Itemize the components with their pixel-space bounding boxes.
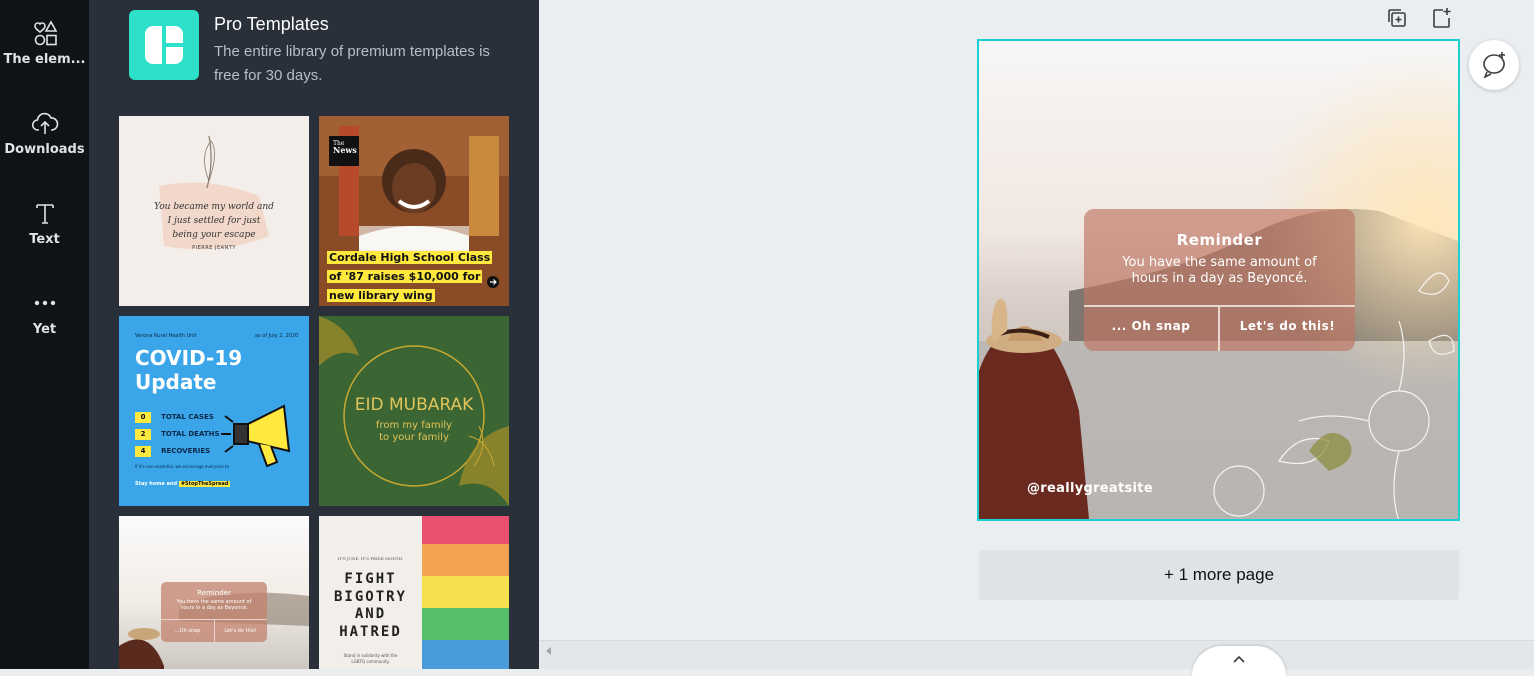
pride-footer: Stand in solidarity with the LGBTQ commu… xyxy=(319,653,422,665)
promo-description: The entire library of premium templates … xyxy=(214,43,490,84)
mini-reminder-btn: Let's do this! xyxy=(224,628,257,634)
covid-title-line: COVID-19 xyxy=(135,346,243,370)
covid-hashtag: #StopTheSpread xyxy=(178,481,231,487)
covid-footer: Stay home and #StopTheSpread xyxy=(135,481,231,487)
covid-note: If it's non-essential, we encourage ever… xyxy=(135,464,229,469)
eid-title: EID MUBARAK xyxy=(354,395,474,415)
pride-headline: FIGHT BIGOTRY AND HATRED xyxy=(319,571,422,641)
scroll-left-icon[interactable] xyxy=(544,646,554,656)
eid-sub-line: from my family xyxy=(375,420,453,431)
pride-tagline: IT'S JUNE. IT'S PRIDE MONTH. xyxy=(337,556,404,561)
expand-notes-tab[interactable] xyxy=(1192,646,1286,676)
more-dots-icon xyxy=(34,300,55,306)
lets-do-this-button[interactable]: Let's do this! xyxy=(1220,319,1355,333)
rail-item-label: The elem... xyxy=(3,52,86,67)
covid-org: Verona Rural Health Unit xyxy=(135,333,197,339)
horizontal-scrollbar[interactable] xyxy=(539,640,1534,669)
rainbow-stripes xyxy=(422,516,509,669)
reminder-body-line: You have the same amount of xyxy=(1122,255,1317,270)
mini-reminder-btn: ...Oh snap xyxy=(174,628,201,634)
covid-stat-row: 0 TOTAL CASES xyxy=(135,404,220,423)
promo-title: Pro Templates xyxy=(214,14,329,34)
oh-snap-button[interactable]: ... Oh snap xyxy=(1084,319,1218,333)
pride-line: FIGHT xyxy=(344,571,397,587)
headline-line: new library wing xyxy=(327,289,435,302)
pride-line: AND xyxy=(354,606,387,622)
pride-line: BIGOTRY xyxy=(333,588,407,605)
reminder-body-line: hours in a day as Beyoncé. xyxy=(1131,271,1308,286)
quote-line: You became my world and xyxy=(154,202,274,212)
quote-line: being your escape xyxy=(172,230,256,240)
news-badge: The News xyxy=(333,140,357,154)
news-badge-bottom: News xyxy=(333,145,357,155)
eid-sub-line: to your family xyxy=(379,432,449,443)
covid-stat-row: 2 TOTAL DEATHS xyxy=(135,421,220,440)
rail-item-more[interactable]: Yet xyxy=(0,288,89,358)
rail-item-text[interactable]: Text xyxy=(0,198,89,268)
covid-date: as of July 2, 2020 xyxy=(255,333,299,339)
mini-reminder-body: You have the same amount of hours in a d… xyxy=(161,599,267,611)
mini-reminder-line: hours in a day as Beyoncé. xyxy=(180,605,248,611)
template-thumbnail-quote[interactable]: You became my world and I just settled f… xyxy=(119,116,309,306)
stat-label: RECOVERIES xyxy=(161,447,211,455)
duplicate-page-icon[interactable] xyxy=(1385,6,1409,30)
rail-item-label: Yet xyxy=(32,322,57,337)
add-comment-icon xyxy=(1483,52,1505,79)
mini-reminder-card: Reminder You have the same amount of hou… xyxy=(161,582,267,642)
megaphone-icon xyxy=(221,404,291,468)
rail-item-downloads[interactable]: Downloads xyxy=(0,108,89,178)
templates-panel: Pro Templates The entire library of prem… xyxy=(89,0,539,669)
add-page-icon[interactable] xyxy=(1429,6,1453,30)
pride-footer-line: LGBTQ community. xyxy=(351,659,390,664)
covid-footer-a: Stay home and xyxy=(135,481,178,487)
reminder-card[interactable]: Reminder You have the same amount of hou… xyxy=(1084,209,1355,351)
pro-templates-logo xyxy=(129,10,199,80)
more-pages-button[interactable]: + 1 more page xyxy=(979,550,1459,600)
template-thumbnail-reminder[interactable]: Reminder You have the same amount of hou… xyxy=(119,516,309,669)
mini-reminder-title: Reminder xyxy=(197,589,231,597)
rail-item-label: Downloads xyxy=(4,142,85,157)
quote-text: You became my world and I just settled f… xyxy=(119,200,309,242)
stat-label: TOTAL CASES xyxy=(161,413,214,421)
template-thumbnail-covid[interactable]: Verona Rural Health Unit as of July 2, 2… xyxy=(119,316,309,506)
template-thumbnail-pride[interactable]: IT'S JUNE. IT'S PRIDE MONTH. FIGHT BIGOT… xyxy=(319,516,509,669)
reminder-body[interactable]: You have the same amount of hours in a d… xyxy=(1084,255,1355,287)
add-comment-button[interactable] xyxy=(1469,40,1519,90)
stat-label: TOTAL DEATHS xyxy=(161,430,220,438)
design-page[interactable]: Reminder You have the same amount of hou… xyxy=(977,39,1460,521)
headline-line: Cordale High School Class xyxy=(327,251,493,264)
stat-number: 4 xyxy=(135,446,151,457)
rail-item-elements[interactable]: The elem... xyxy=(0,18,89,88)
quote-author: PIERRE JEANTY xyxy=(192,245,236,251)
covid-stat-row: 4 RECOVERIES xyxy=(135,438,220,457)
template-thumbnail-news[interactable]: The News Cordale High School Class of '8… xyxy=(319,116,509,306)
elements-icon xyxy=(33,20,57,46)
pride-line: HATRED xyxy=(339,623,402,640)
chevron-up-icon xyxy=(1233,655,1245,663)
headline-line: of '87 raises $10,000 for xyxy=(327,270,483,283)
eid-subtitle: from my family to your family xyxy=(319,420,509,444)
quote-line: I just settled for just xyxy=(167,216,261,226)
handle-text[interactable]: @reallygreatsite xyxy=(1027,481,1153,496)
covid-stats: 0 TOTAL CASES 2 TOTAL DEATHS 4 RECOVERIE… xyxy=(135,404,220,457)
arrow-right-icon xyxy=(487,276,499,288)
text-icon xyxy=(35,204,54,224)
rail-item-label: Text xyxy=(29,232,60,247)
template-thumbnail-eid[interactable]: EID MUBARAK from my family to your famil… xyxy=(319,316,509,506)
reminder-title[interactable]: Reminder xyxy=(1084,231,1355,249)
pro-templates-promo[interactable]: Pro Templates The entire library of prem… xyxy=(129,10,529,90)
left-rail: The elem... Downloads Text Yet xyxy=(0,0,89,669)
news-headline: Cordale High School Class of '87 raises … xyxy=(327,246,493,303)
cloud-upload-icon xyxy=(31,112,58,134)
template-layout-icon xyxy=(145,26,183,64)
